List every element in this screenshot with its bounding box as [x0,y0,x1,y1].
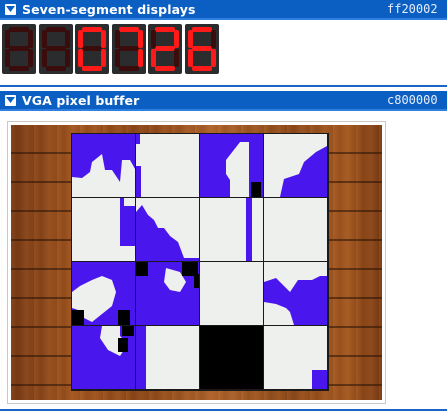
puzzle-tile [264,134,327,197]
collapse-triangle-icon[interactable] [5,94,16,106]
seven-segment-digit [111,24,146,74]
segment-f [114,30,120,48]
vga-panel-title: VGA pixel buffer [22,92,140,108]
segment-g [155,46,175,51]
puzzle-tile [136,326,199,389]
segment-g [9,46,29,51]
seven-segment-panel-address: ff20002 [387,2,438,16]
segment-g [45,46,66,51]
segment-c [137,49,143,67]
segment-b [210,30,216,48]
segment-g [191,46,212,51]
segment-f [78,30,83,48]
segment-b [174,30,179,48]
segment-c [28,49,33,67]
segment-d [82,66,102,71]
segment-g [82,46,102,51]
segment-a [155,27,175,32]
segment-a [191,27,212,32]
segment-f [187,30,193,48]
segment-b [137,30,143,48]
segment-d [191,66,212,71]
segment-a [118,27,139,32]
segment-e [114,49,120,67]
segment-d [45,66,66,71]
seven-segment-panel-title: Seven-segment displays [22,1,196,17]
segment-b [101,30,106,48]
segment-c [64,49,70,67]
seven-segment-panel-header[interactable]: Seven-segment displays ff20002 [0,0,447,20]
segment-c [174,49,179,67]
seven-segment-digit [75,24,109,74]
segment-d [9,66,29,71]
panel-divider [0,409,447,411]
puzzle-tile [264,198,327,261]
segment-b [64,30,70,48]
sliding-puzzle-board [71,133,329,391]
puzzle-tile [264,262,327,325]
segment-d [118,66,139,71]
segment-e [151,49,156,67]
segment-d [155,66,175,71]
segment-f [41,30,47,48]
puzzle-tile [264,326,327,389]
puzzle-tile [200,326,263,389]
seven-segment-digit [184,24,219,74]
segment-f [5,30,10,48]
segment-e [41,49,47,67]
wood-background-image [11,125,382,400]
segment-a [45,27,66,32]
collapse-triangle-icon[interactable] [5,3,16,15]
puzzle-tile [200,134,263,197]
puzzle-tile [72,262,135,325]
segment-e [187,49,193,67]
segment-e [78,49,83,67]
segment-c [101,49,106,67]
vga-panel-address: c800000 [387,93,438,107]
puzzle-tile [72,326,135,389]
seven-segment-digit [2,24,36,74]
puzzle-tile [72,134,135,197]
vga-panel-header[interactable]: VGA pixel buffer c800000 [0,91,447,111]
puzzle-tile [136,134,199,197]
segment-f [151,30,156,48]
segment-c [210,49,216,67]
segment-g [118,46,139,51]
puzzle-tile [200,262,263,325]
segment-a [9,27,29,32]
puzzle-tile [136,262,199,325]
segment-e [5,49,10,67]
puzzle-tile [72,198,135,261]
puzzle-tile [136,198,199,261]
segment-a [82,27,102,32]
seven-segment-digit [38,24,73,74]
puzzle-tile [200,198,263,261]
vga-pixel-buffer-canvas[interactable] [7,121,386,404]
segment-b [28,30,33,48]
seven-segment-display [2,24,219,74]
panel-divider [0,85,447,87]
seven-segment-digit [148,24,182,74]
